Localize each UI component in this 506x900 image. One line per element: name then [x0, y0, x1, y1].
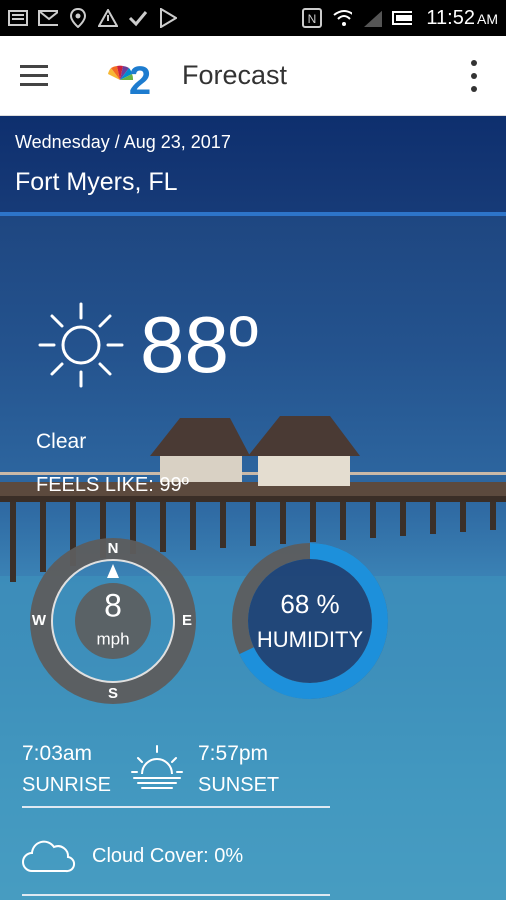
menu-icon-bar: [20, 65, 48, 68]
menu-button[interactable]: [20, 56, 60, 96]
overflow-dot: [471, 86, 477, 92]
status-right: N 11:52 AM: [302, 7, 498, 30]
signal-icon: [362, 8, 383, 28]
overflow-menu-button[interactable]: [464, 60, 484, 92]
divider: [22, 894, 330, 896]
compass-w: W: [32, 612, 47, 629]
play-store-icon: [158, 8, 178, 28]
location-header: [0, 116, 506, 216]
svg-text:2: 2: [129, 59, 151, 98]
status-time: 11:52 AM: [426, 6, 498, 29]
nfc-icon: N: [302, 8, 323, 28]
sunset-time: 7:57pm: [198, 742, 269, 765]
battery-icon: [392, 8, 413, 28]
humidity-gauge: 68 % HUMIDITY: [225, 536, 395, 706]
overflow-dot: [471, 60, 477, 66]
menu-icon-bar: [20, 74, 48, 77]
city-label[interactable]: Fort Myers, FL: [15, 168, 178, 197]
svg-text:N: N: [308, 12, 317, 26]
check-icon: [128, 8, 148, 28]
overflow-dot: [471, 73, 477, 79]
gmail-icon: [38, 8, 58, 28]
page-title: Forecast: [182, 60, 288, 90]
sunset-label: SUNSET: [198, 774, 280, 796]
menu-icon-bar: [20, 83, 48, 86]
cloud-cover-row: Cloud Cover: 0%: [22, 836, 243, 876]
location-icon: [68, 8, 88, 28]
sun-times: 7:03am SUNRISE 7:57pm SUNSET: [22, 742, 342, 802]
alert-icon: [98, 8, 118, 28]
sun-icon: [36, 300, 126, 390]
compass-n: N: [108, 540, 119, 557]
header-rule: [0, 212, 506, 216]
wind-compass: N S E W 8 mph: [28, 536, 198, 706]
wifi-icon: [332, 8, 353, 28]
compass-e: E: [182, 612, 192, 629]
condition-label: Clear: [36, 430, 87, 453]
status-left: [8, 8, 178, 28]
message-icon: [8, 8, 28, 28]
wind-speed: 8: [104, 587, 122, 623]
sunrise-label: SUNRISE: [22, 774, 111, 796]
feels-like-label: FEELS LIKE: 99º: [36, 474, 189, 496]
temperature: 88º: [140, 300, 259, 389]
sunset-horizon-icon: [130, 742, 184, 797]
status-bar: N 11:52 AM: [0, 0, 506, 36]
date-label: Wednesday / Aug 23, 2017: [15, 132, 231, 152]
app-bar: 2 Forecast: [0, 36, 506, 116]
compass-s: S: [108, 685, 118, 702]
nbc2-logo: 2: [104, 54, 164, 103]
humidity-label: HUMIDITY: [257, 627, 364, 652]
humidity-value: 68 %: [280, 589, 339, 619]
cloud-cover-label: Cloud Cover: 0%: [92, 844, 244, 867]
sunrise-time: 7:03am: [22, 742, 93, 765]
divider: [22, 806, 330, 808]
wind-unit: mph: [96, 629, 129, 648]
cloud-icon: [22, 839, 76, 873]
wind-direction-arrow: [107, 564, 119, 578]
